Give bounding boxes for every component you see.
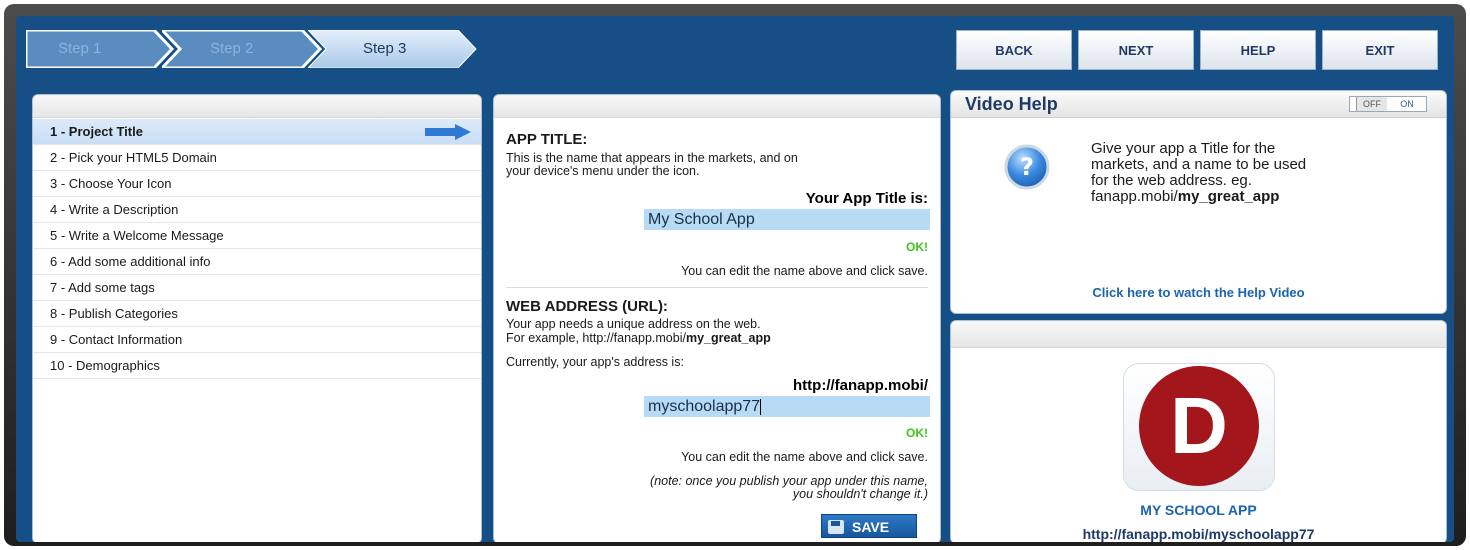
web-address-current-label: Currently, your app's address is: xyxy=(506,355,684,369)
sidebar-item-description[interactable]: 4 - Write a Description xyxy=(33,197,481,223)
exit-button[interactable]: EXIT xyxy=(1322,30,1438,70)
back-button[interactable]: BACK xyxy=(956,30,1072,70)
app-title-desc-2: your device's menu under the icon. xyxy=(506,164,700,178)
steps-list-header xyxy=(33,95,481,118)
svg-text:?: ? xyxy=(1020,153,1034,181)
app-icon-preview: D xyxy=(1123,363,1275,491)
sidebar-item-publish-categories[interactable]: 8 - Publish Categories xyxy=(33,301,481,327)
video-help-panel: Video Help OFF ON ? Give your app a Titl… xyxy=(950,90,1447,314)
form-panel-header xyxy=(494,95,940,118)
step-3-label: Step 3 xyxy=(363,40,407,57)
watch-help-video-link[interactable]: Click here to watch the Help Video xyxy=(951,285,1446,300)
video-help-toggle[interactable]: OFF ON xyxy=(1349,96,1427,112)
web-address-desc-2-bold: my_great_app xyxy=(685,331,771,345)
sidebar-item-label: 10 - Demographics xyxy=(50,358,160,373)
app-preview-header xyxy=(951,321,1446,348)
sidebar-item-label: 4 - Write a Description xyxy=(50,202,179,217)
app-title-heading: APP TITLE: xyxy=(506,131,588,148)
web-address-desc-2: For example, http://fanapp.mobi/my_great… xyxy=(506,332,928,345)
help-line-4-bold: my_great_app xyxy=(1177,188,1280,205)
step-2[interactable]: Step 2 xyxy=(162,30,322,68)
sidebar-item-label: 8 - Publish Categories xyxy=(50,306,178,321)
help-line-4-prefix: fanapp.mobi/ xyxy=(1091,188,1178,205)
help-line-1: Give your app a Title for the xyxy=(1091,140,1276,157)
web-address-ok: OK! xyxy=(906,426,928,440)
sidebar-item-label: 5 - Write a Welcome Message xyxy=(50,228,224,243)
app-icon-letter: D xyxy=(1170,381,1228,470)
web-address-heading: WEB ADDRESS (URL): xyxy=(506,298,668,315)
sidebar-item-label: 9 - Contact Information xyxy=(50,332,183,347)
sidebar-item-label: 1 - Project Title xyxy=(50,124,143,139)
next-button[interactable]: NEXT xyxy=(1078,30,1194,70)
form-panel: APP TITLE: This is the name that appears… xyxy=(493,94,941,542)
floppy-disk-icon xyxy=(828,520,844,534)
web-address-note-2: you shouldn't change it.) xyxy=(792,487,928,501)
sidebar-item-label: 6 - Add some additional info xyxy=(50,254,211,269)
help-line-4: fanapp.mobi/my_great_app xyxy=(1091,189,1279,205)
help-line-2: markets, and a name to be used xyxy=(1091,156,1307,173)
sidebar-item-html5-domain[interactable]: 2 - Pick your HTML5 Domain xyxy=(33,145,481,171)
steps-list-panel: 1 - Project Title 2 - Pick your HTML5 Do… xyxy=(32,94,482,542)
sidebar-item-contact-information[interactable]: 9 - Contact Information xyxy=(33,327,481,353)
sidebar-item-label: 2 - Pick your HTML5 Domain xyxy=(50,150,217,165)
window-frame: Step 1 Step 2 Step 3 BACK NEXT HELP EXIT… xyxy=(4,4,1466,546)
web-address-desc-1: Your app needs a unique address on the w… xyxy=(506,317,761,331)
help-button[interactable]: HELP xyxy=(1200,30,1316,70)
toggle-off-label: OFF xyxy=(1356,97,1387,111)
step-1-label: Step 1 xyxy=(58,40,102,57)
app-title-ok: OK! xyxy=(906,240,928,254)
app-title-input[interactable]: My School App xyxy=(644,209,930,230)
sidebar-item-tags[interactable]: 7 - Add some tags xyxy=(33,275,481,301)
web-address-desc-2-prefix: For example, http://fanapp.mobi/ xyxy=(506,331,686,345)
web-address-input-value: myschoolapp77 xyxy=(648,398,761,415)
app-title-label: Your App Title is: xyxy=(805,190,928,207)
sidebar-item-label: 3 - Choose Your Icon xyxy=(50,176,172,191)
arrow-right-icon xyxy=(425,124,471,140)
save-button[interactable]: SAVE xyxy=(821,514,917,538)
web-address-hint: You can edit the name above and click sa… xyxy=(681,450,928,464)
preview-app-url[interactable]: http://fanapp.mobi/myschoolapp77 xyxy=(951,526,1446,542)
sidebar-item-project-title[interactable]: 1 - Project Title xyxy=(33,119,481,145)
sidebar-item-additional-info[interactable]: 6 - Add some additional info xyxy=(33,249,481,275)
text-cursor xyxy=(760,398,762,415)
sidebar-item-choose-icon[interactable]: 3 - Choose Your Icon xyxy=(33,171,481,197)
preview-app-name: MY SCHOOL APP xyxy=(1140,502,1257,518)
app-title-hint: You can edit the name above and click sa… xyxy=(681,264,928,278)
sidebar-item-welcome-message[interactable]: 5 - Write a Welcome Message xyxy=(33,223,481,249)
step-2-label: Step 2 xyxy=(210,40,254,57)
app-stage: Step 1 Step 2 Step 3 BACK NEXT HELP EXIT… xyxy=(16,16,1454,542)
save-button-label: SAVE xyxy=(852,519,890,535)
sidebar-item-demographics[interactable]: 10 - Demographics xyxy=(33,353,481,379)
app-preview-panel: D MY SCHOOL APP http://fanapp.mobi/mysch… xyxy=(950,320,1447,542)
section-divider xyxy=(506,287,928,288)
video-help-title: Video Help xyxy=(965,94,1058,114)
video-help-header: Video Help OFF ON xyxy=(951,91,1446,118)
sidebar-item-label: 7 - Add some tags xyxy=(50,280,155,295)
help-line-3: for the web address. eg. xyxy=(1091,172,1252,189)
step-1[interactable]: Step 1 xyxy=(26,30,176,68)
web-address-input[interactable]: myschoolapp77 xyxy=(644,396,930,417)
toggle-on-label: ON xyxy=(1400,99,1414,109)
step-3[interactable]: Step 3 xyxy=(308,30,478,68)
web-address-base-url: http://fanapp.mobi/ xyxy=(793,377,928,394)
question-mark-icon: ? xyxy=(1004,144,1050,190)
